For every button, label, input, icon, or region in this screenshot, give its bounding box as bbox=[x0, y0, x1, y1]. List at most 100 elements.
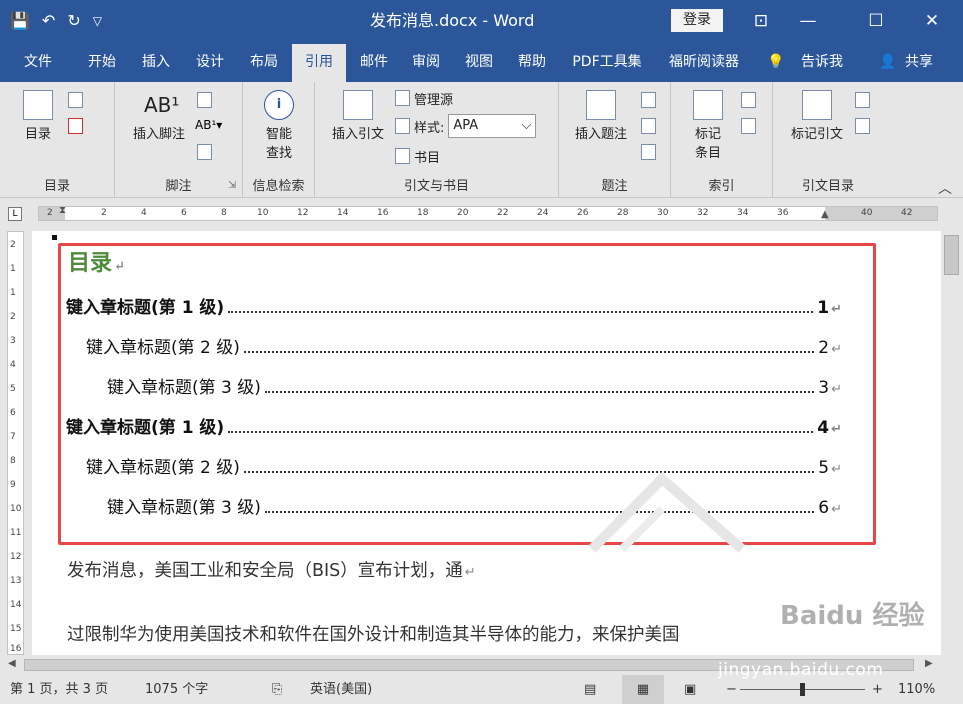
insert-endnote-icon[interactable] bbox=[197, 92, 212, 108]
read-mode-icon[interactable]: ▤ bbox=[584, 675, 596, 704]
caption-group: 插入题注 题注 bbox=[559, 82, 671, 198]
undo-icon[interactable]: ↶ bbox=[42, 8, 55, 34]
update-index-icon[interactable] bbox=[741, 118, 756, 134]
info-search-icon: i bbox=[264, 90, 294, 120]
collapse-ribbon-icon[interactable]: ︿ bbox=[938, 178, 952, 198]
document-page[interactable]: 目录 ↵ 键入章标题(第 1 级) 1 ↵ 键入章标题(第 2 级) 2 ↵ 键入章标题(… bbox=[32, 231, 941, 655]
tab-layout[interactable]: 布局 bbox=[238, 42, 290, 82]
proofing-icon[interactable]: ⎘ bbox=[272, 675, 282, 704]
zoom-knob[interactable] bbox=[800, 683, 805, 696]
toc-entry[interactable]: 键入章标题(第 2 级) 2 ↵ bbox=[86, 333, 842, 358]
vertical-scrollbar[interactable] bbox=[941, 229, 963, 655]
caption-icon bbox=[586, 90, 616, 120]
citation-group-label: 引文与书目 bbox=[403, 179, 469, 194]
index-group: 标记 条目 索引 bbox=[671, 82, 773, 198]
toc-group-label: 目录 bbox=[43, 179, 70, 194]
caption-group-label: 题注 bbox=[601, 179, 628, 194]
body-paragraph[interactable]: 发布消息，美国工业和安全局（BIS）宣布计划，通 ↵ bbox=[67, 557, 476, 582]
zoom-level[interactable]: 110% bbox=[898, 675, 935, 704]
baidu-watermark-url: jingyan.baidu.com bbox=[718, 660, 884, 680]
dialog-launcher-icon[interactable]: ⇲ bbox=[228, 180, 236, 191]
citation-group: 插入引文 管理源 样式: APA ⌵ 书目 引文与书目 bbox=[315, 82, 559, 198]
tab-file[interactable]: 文件 bbox=[12, 42, 64, 82]
customize-qat-icon[interactable]: ▽ bbox=[93, 8, 102, 34]
manage-sources-button[interactable]: 管理源 bbox=[395, 88, 453, 108]
ribbon: 目录 目录 AB¹ 插入脚注 AB¹▾ 脚注 i 智能 查找 信息检索 插入引文… bbox=[0, 82, 963, 198]
language-indicator[interactable]: 英语(美国) bbox=[310, 675, 372, 704]
print-layout-icon[interactable]: ▦ bbox=[622, 675, 664, 704]
update-table-icon[interactable] bbox=[641, 118, 656, 134]
insert-caption-button[interactable]: 插入题注 bbox=[565, 90, 637, 142]
share-user-icon: 👤 bbox=[879, 54, 897, 70]
bibliography-button[interactable]: 书目 bbox=[395, 146, 440, 166]
show-notes-icon[interactable] bbox=[197, 144, 212, 160]
horizontal-ruler: L 2 2 4 6 8 10 12 14 16 18 20 22 24 26 2… bbox=[0, 199, 963, 229]
right-indent-marker-icon[interactable]: ▲ bbox=[821, 209, 829, 220]
next-footnote-icon[interactable]: AB¹▾ bbox=[195, 118, 222, 132]
word-count[interactable]: 1075 个字 bbox=[145, 675, 208, 704]
chevron-down-icon: ⌵ bbox=[521, 118, 532, 133]
ruler-bar[interactable]: 2 2 4 6 8 10 12 14 16 18 20 22 24 26 28 … bbox=[38, 205, 938, 221]
indent-marker-icon[interactable]: ⧗ bbox=[59, 205, 66, 216]
smart-lookup-button[interactable]: i 智能 查找 bbox=[253, 90, 305, 161]
insert-toa-icon[interactable] bbox=[855, 92, 870, 108]
tab-design[interactable]: 设计 bbox=[184, 42, 236, 82]
insert-citation-button[interactable]: 插入引文 bbox=[323, 90, 393, 142]
toc-title: 目录 ↵ bbox=[68, 250, 125, 276]
tab-home[interactable]: 开始 bbox=[76, 42, 128, 82]
anchor-marker bbox=[52, 235, 57, 240]
quick-access-toolbar: 💾 ↶ ↻ ▽ bbox=[10, 8, 102, 34]
close-button[interactable]: ✕ bbox=[912, 6, 952, 36]
cross-reference-icon[interactable] bbox=[641, 144, 656, 160]
minimize-button[interactable]: — bbox=[788, 6, 828, 36]
web-layout-icon[interactable]: ▣ bbox=[684, 675, 696, 704]
update-table-icon[interactable] bbox=[68, 118, 83, 134]
scroll-right-icon[interactable]: ▶ bbox=[925, 658, 933, 669]
toc-entry[interactable]: 键入章标题(第 1 级) 4 ↵ bbox=[66, 413, 842, 438]
update-toa-icon[interactable] bbox=[855, 118, 870, 134]
watermark-shape bbox=[588, 472, 746, 553]
toc-icon bbox=[23, 90, 53, 120]
title-bar: 💾 ↶ ↻ ▽ 发布消息.docx - Word 登录 ⊡ — ☐ ✕ bbox=[0, 0, 963, 42]
tab-foxit-reader[interactable]: 福昕阅读器 bbox=[660, 42, 748, 82]
footnote-group-label: 脚注 bbox=[165, 179, 192, 194]
mark-entry-button[interactable]: 标记 条目 bbox=[683, 90, 733, 161]
insert-footnote-button[interactable]: AB¹ 插入脚注 bbox=[123, 90, 195, 142]
tab-mailings[interactable]: 邮件 bbox=[348, 42, 400, 82]
tab-help[interactable]: 帮助 bbox=[506, 42, 558, 82]
tab-view[interactable]: 视图 bbox=[453, 42, 505, 82]
page-indicator[interactable]: 第 1 页，共 3 页 bbox=[10, 675, 108, 704]
redo-icon[interactable]: ↻ bbox=[67, 8, 80, 34]
style-dropdown[interactable]: APA ⌵ bbox=[448, 114, 537, 138]
baidu-watermark: Baidu 经验 bbox=[780, 601, 925, 631]
share-button[interactable]: 共享 bbox=[898, 42, 940, 82]
toc-button[interactable]: 目录 bbox=[18, 90, 58, 142]
citation-icon bbox=[343, 90, 373, 120]
scroll-left-icon[interactable]: ◀ bbox=[8, 658, 16, 669]
bibliography-icon bbox=[395, 148, 410, 164]
document-title: 发布消息.docx - Word bbox=[370, 11, 535, 30]
tab-insert[interactable]: 插入 bbox=[130, 42, 182, 82]
insert-index-icon[interactable] bbox=[741, 92, 756, 108]
ribbon-display-options-icon[interactable]: ⊡ bbox=[741, 6, 781, 36]
tab-selector[interactable]: L bbox=[8, 207, 22, 221]
tell-me-search[interactable]: 告诉我 bbox=[792, 42, 852, 82]
maximize-button[interactable]: ☐ bbox=[856, 6, 896, 36]
tab-references[interactable]: 引用 bbox=[292, 44, 346, 82]
insert-table-of-figures-icon[interactable] bbox=[641, 92, 656, 108]
tab-pdf-tools[interactable]: PDF工具集 bbox=[565, 42, 649, 82]
body-paragraph[interactable]: 过限制华为使用美国技术和软件在国外设计和制造其半导体的能力，来保护美国 bbox=[67, 621, 680, 646]
mark-entry-icon bbox=[693, 90, 723, 120]
toc-entry[interactable]: 键入章标题(第 1 级) 1 ↵ bbox=[66, 293, 842, 318]
tab-review[interactable]: 审阅 bbox=[400, 42, 452, 82]
mark-citation-button[interactable]: 标记引文 bbox=[781, 90, 853, 142]
style-icon bbox=[395, 118, 410, 134]
lightbulb-icon: 💡 bbox=[767, 54, 785, 70]
research-group-label: 信息检索 bbox=[252, 179, 305, 194]
toc-entry[interactable]: 键入章标题(第 3 级) 3 ↵ bbox=[107, 373, 842, 398]
add-text-icon[interactable] bbox=[68, 92, 83, 108]
login-button[interactable]: 登录 bbox=[671, 9, 723, 32]
save-icon[interactable]: 💾 bbox=[10, 8, 30, 34]
research-group: i 智能 查找 信息检索 bbox=[243, 82, 315, 198]
scroll-thumb[interactable] bbox=[944, 235, 959, 275]
